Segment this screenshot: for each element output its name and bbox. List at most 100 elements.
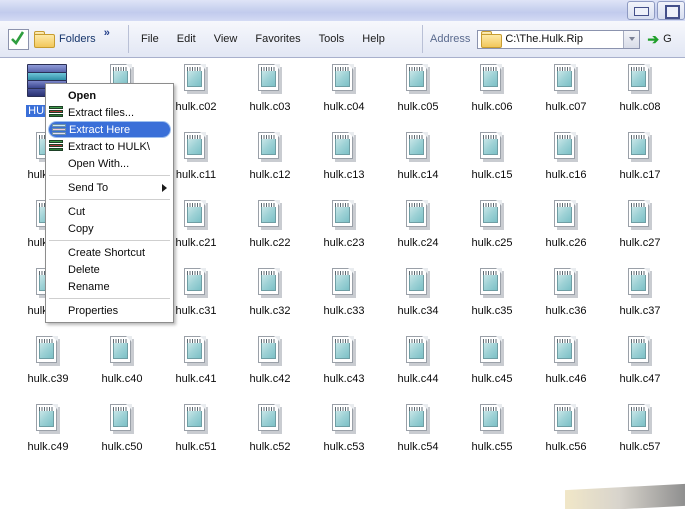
text-document-icon xyxy=(405,336,431,366)
restore-button[interactable] xyxy=(657,1,685,20)
file-item[interactable]: hulk.c06 xyxy=(456,64,528,115)
context-menu-item[interactable]: Properties xyxy=(46,302,173,319)
file-item[interactable]: hulk.c49 xyxy=(12,404,84,455)
text-document-icon xyxy=(35,404,61,434)
file-item[interactable]: hulk.c42 xyxy=(234,336,306,387)
text-document-icon xyxy=(479,132,505,162)
file-label: hulk.c45 xyxy=(471,373,513,385)
file-item[interactable]: hulk.c08 xyxy=(604,64,676,115)
context-menu-item-label: Properties xyxy=(68,304,119,317)
go-arrow-icon[interactable]: ➔ xyxy=(647,32,659,46)
file-item[interactable]: hulk.c12 xyxy=(234,132,306,183)
file-item[interactable]: hulk.c03 xyxy=(234,64,306,115)
file-item[interactable]: hulk.c37 xyxy=(604,268,676,319)
file-item[interactable]: hulk.c05 xyxy=(382,64,454,115)
menu-help[interactable]: Help xyxy=(353,30,394,48)
menu-favorites[interactable]: Favorites xyxy=(246,30,309,48)
file-item[interactable]: hulk.c45 xyxy=(456,336,528,387)
file-item[interactable]: hulk.c41 xyxy=(160,336,232,387)
context-menu-item[interactable]: Create Shortcut xyxy=(46,244,173,261)
file-label: hulk.c16 xyxy=(545,169,587,181)
file-item[interactable]: hulk.c50 xyxy=(86,404,158,455)
context-menu-item-label: Extract to HULK\ xyxy=(68,140,150,153)
context-menu-item[interactable]: Cut xyxy=(46,203,173,220)
file-item[interactable]: hulk.c36 xyxy=(530,268,602,319)
text-document-icon xyxy=(405,132,431,162)
text-document-icon xyxy=(331,336,357,366)
file-item[interactable]: hulk.c40 xyxy=(86,336,158,387)
file-label: hulk.c17 xyxy=(619,169,661,181)
file-item[interactable]: hulk.c35 xyxy=(456,268,528,319)
file-item[interactable]: hulk.c43 xyxy=(308,336,380,387)
file-item[interactable]: hulk.c54 xyxy=(382,404,454,455)
file-item[interactable]: hulk.c04 xyxy=(308,64,380,115)
context-menu-item[interactable]: Extract Here xyxy=(48,121,171,138)
checkmark-icon xyxy=(8,28,29,50)
file-item[interactable]: hulk.c23 xyxy=(308,200,380,251)
file-item[interactable]: hulk.c07 xyxy=(530,64,602,115)
menu-tools[interactable]: Tools xyxy=(310,30,354,48)
folder-icon xyxy=(34,31,55,48)
context-menu-item[interactable]: Open With... xyxy=(46,155,173,172)
minimize-button[interactable] xyxy=(627,1,655,20)
text-document-icon xyxy=(257,132,283,162)
file-item[interactable]: hulk.c16 xyxy=(530,132,602,183)
menu-edit[interactable]: Edit xyxy=(168,30,205,48)
file-item[interactable]: hulk.c27 xyxy=(604,200,676,251)
file-item[interactable]: hulk.c15 xyxy=(456,132,528,183)
text-document-icon xyxy=(553,336,579,366)
file-item[interactable]: hulk.c34 xyxy=(382,268,454,319)
file-item[interactable]: hulk.c17 xyxy=(604,132,676,183)
file-item[interactable]: hulk.c33 xyxy=(308,268,380,319)
context-menu-item[interactable]: Extract files... xyxy=(46,104,173,121)
context-menu-item[interactable]: Delete xyxy=(46,261,173,278)
file-item[interactable]: hulk.c44 xyxy=(382,336,454,387)
file-label: hulk.c13 xyxy=(323,169,365,181)
context-menu-item-label: Open With... xyxy=(68,157,130,170)
toolbar-divider-1 xyxy=(128,25,129,53)
text-document-icon xyxy=(405,200,431,230)
file-item[interactable]: hulk.c13 xyxy=(308,132,380,183)
toolbar-overflow-icon[interactable]: » xyxy=(104,27,110,39)
context-menu-item-label: Delete xyxy=(68,263,100,276)
file-item[interactable]: hulk.c56 xyxy=(530,404,602,455)
file-item[interactable]: hulk.c22 xyxy=(234,200,306,251)
text-document-icon xyxy=(183,64,209,94)
text-document-icon xyxy=(553,404,579,434)
file-item[interactable]: hulk.c32 xyxy=(234,268,306,319)
file-item[interactable]: hulk.c25 xyxy=(456,200,528,251)
file-item[interactable]: hulk.c51 xyxy=(160,404,232,455)
context-menu-item[interactable]: Rename xyxy=(46,278,173,295)
winrar-archive-icon xyxy=(49,106,64,119)
context-menu-item[interactable]: Send To xyxy=(46,179,173,196)
file-item[interactable]: hulk.c46 xyxy=(530,336,602,387)
folders-button[interactable]: Folders xyxy=(4,27,100,52)
text-document-icon xyxy=(479,200,505,230)
address-input[interactable]: C:\The.Hulk.Rip xyxy=(477,29,641,49)
file-item[interactable]: hulk.c47 xyxy=(604,336,676,387)
context-menu-item[interactable]: Open xyxy=(46,87,173,104)
menu-view[interactable]: View xyxy=(205,30,247,48)
file-label: hulk.c15 xyxy=(471,169,513,181)
file-label: hulk.c50 xyxy=(101,441,143,453)
file-item[interactable]: hulk.c39 xyxy=(12,336,84,387)
file-item[interactable]: hulk.c26 xyxy=(530,200,602,251)
menu-separator xyxy=(49,175,170,176)
file-label: hulk.c57 xyxy=(619,441,661,453)
address-dropdown-button[interactable] xyxy=(623,30,640,48)
file-item[interactable]: hulk.c55 xyxy=(456,404,528,455)
context-menu-item-label: Open xyxy=(68,89,97,102)
text-document-icon xyxy=(553,268,579,298)
context-menu-item[interactable]: Copy xyxy=(46,220,173,237)
go-label[interactable]: G xyxy=(663,33,672,45)
file-item[interactable]: hulk.c14 xyxy=(382,132,454,183)
file-item[interactable]: hulk.c24 xyxy=(382,200,454,251)
context-menu-item[interactable]: Extract to HULK\ xyxy=(46,138,173,155)
text-document-icon xyxy=(553,64,579,94)
address-value: C:\The.Hulk.Rip xyxy=(505,33,583,45)
file-item[interactable]: hulk.c53 xyxy=(308,404,380,455)
file-item[interactable]: hulk.c52 xyxy=(234,404,306,455)
file-item[interactable]: hulk.c57 xyxy=(604,404,676,455)
text-document-icon xyxy=(479,404,505,434)
menu-file[interactable]: File xyxy=(132,30,168,48)
